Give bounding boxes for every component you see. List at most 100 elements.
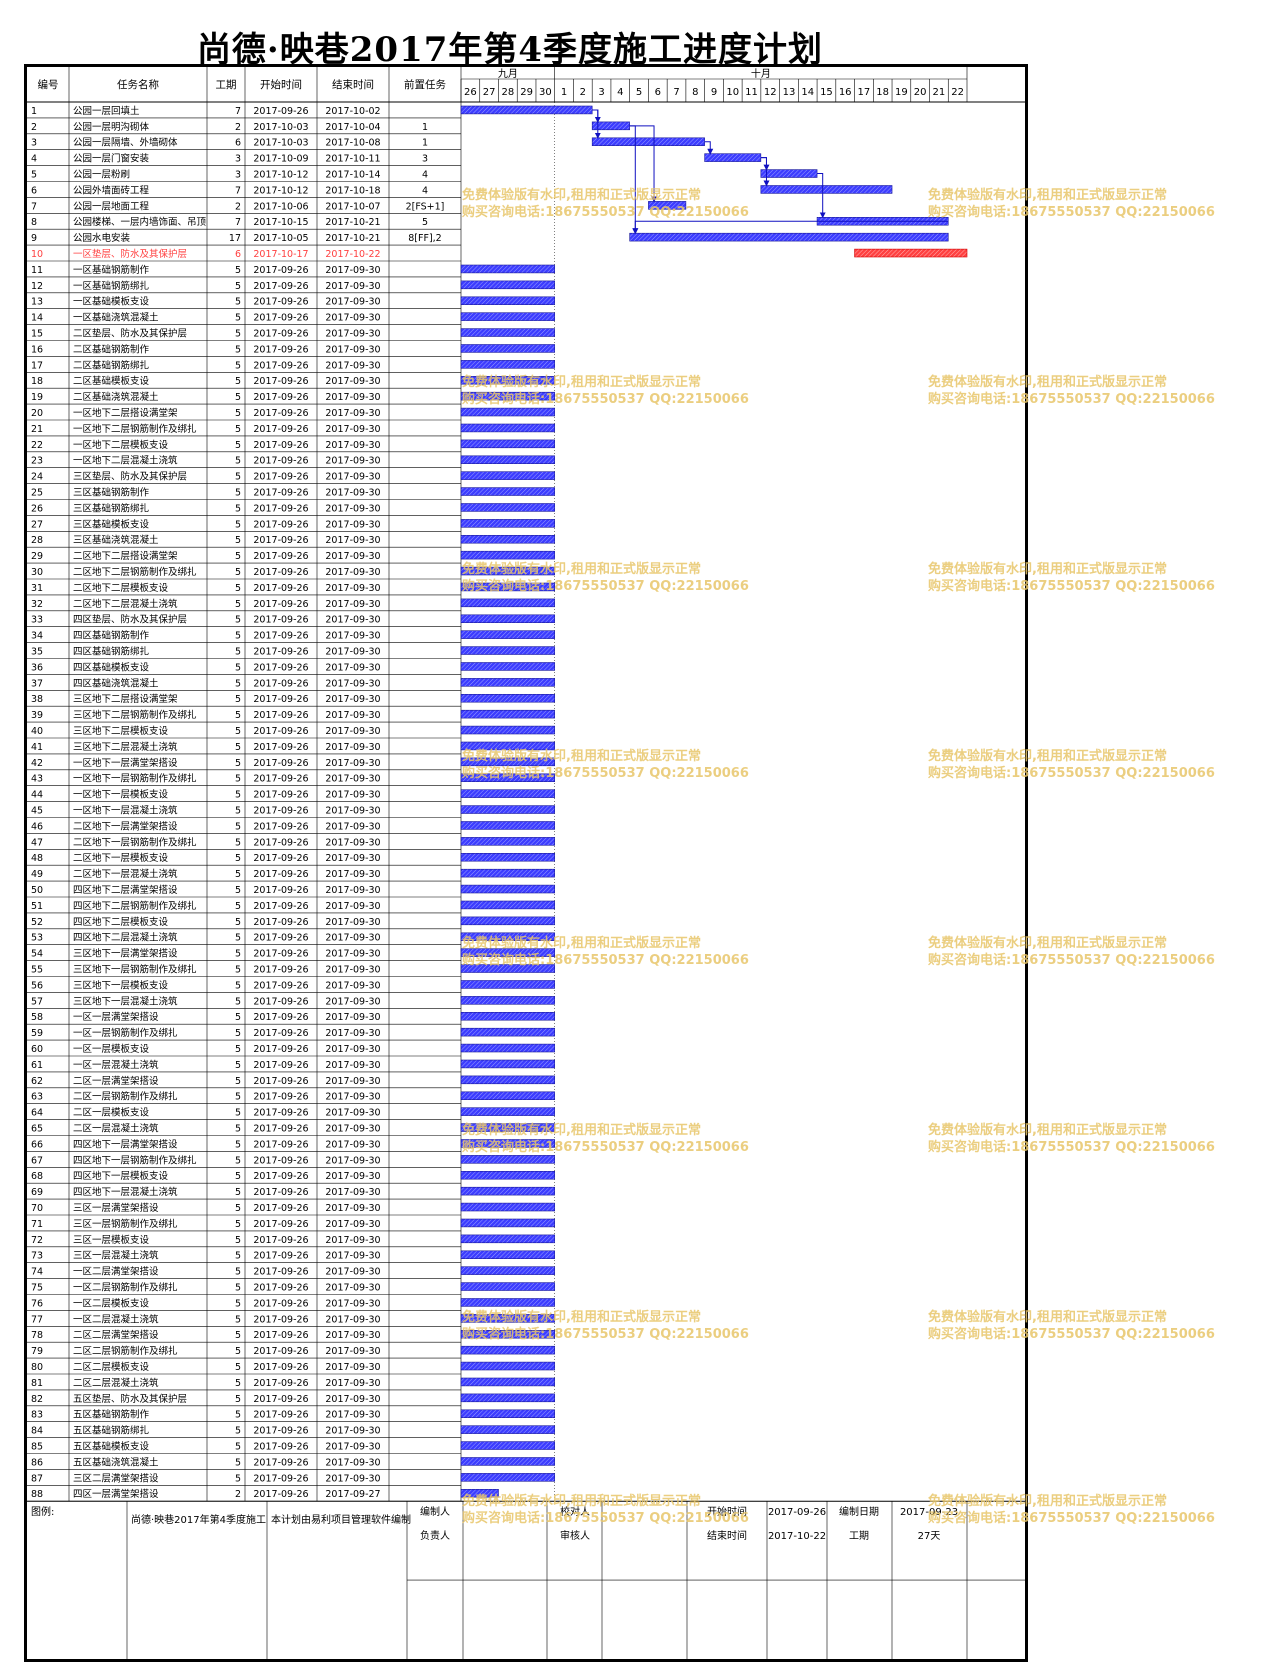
task-start: 2017-09-26 (253, 1362, 308, 1373)
task-duration: 5 (235, 583, 241, 594)
project-name: 尚德·映巷2017年第4季度施工 (131, 1513, 266, 1526)
task-start: 2017-09-26 (253, 1457, 308, 1468)
day-label: 13 (783, 87, 796, 98)
task-id: 43 (31, 774, 43, 785)
gantt-bar (460, 709, 556, 719)
watermark-line1: 免费体验版有水印,租用和正式版显示正常 (462, 1310, 701, 1325)
task-duration: 2 (235, 1489, 241, 1500)
task-start: 2017-09-26 (253, 1283, 308, 1294)
watermark-line1: 免费体验版有水印,租用和正式版显示正常 (928, 1494, 1167, 1509)
task-duration: 5 (235, 281, 241, 292)
task-name: 二区一层模板支设 (73, 1107, 150, 1119)
task-name: 三区地下一层满堂架搭设 (73, 948, 178, 960)
task-id: 1 (31, 106, 37, 117)
day-label: 28 (501, 87, 514, 98)
task-duration: 5 (235, 519, 241, 530)
day-label: 26 (464, 87, 477, 98)
task-name: 一区地下二层模板支设 (73, 439, 169, 451)
task-start: 2017-09-26 (253, 694, 308, 705)
watermark-line1: 免费体验版有水印,租用和正式版显示正常 (928, 936, 1167, 951)
task-predecessor: 1 (422, 122, 428, 133)
task-id: 54 (31, 949, 43, 960)
task-id: 32 (31, 599, 43, 610)
duration-label: 工期 (849, 1530, 869, 1542)
task-id: 42 (31, 758, 43, 769)
task-id: 66 (31, 1139, 43, 1150)
task-end: 2017-09-30 (325, 1219, 380, 1230)
watermark-text: 免费体验版有水印,租用和正式版显示正常 购买咨询电话:18675550537 QQ… (462, 1309, 749, 1343)
day-label: 27 (483, 87, 496, 98)
task-name: 一区一层满堂架搭设 (73, 1011, 159, 1023)
day-label: 18 (876, 87, 889, 98)
dependency-link (760, 157, 770, 171)
task-end: 2017-09-30 (325, 360, 380, 371)
task-duration: 5 (235, 1219, 241, 1230)
day-label: 29 (520, 87, 533, 98)
gantt-bar (460, 1457, 556, 1466)
task-name: 三区基础钢筋绑扎 (73, 502, 150, 514)
task-start: 2017-09-26 (253, 456, 308, 467)
task-id: 39 (31, 710, 43, 721)
task-start: 2017-09-26 (253, 1330, 308, 1341)
task-id: 7 (31, 201, 37, 212)
gantt-bar (460, 852, 556, 862)
task-end: 2017-09-30 (325, 281, 380, 292)
task-id: 16 (31, 344, 43, 355)
task-end: 2017-09-30 (325, 297, 380, 308)
task-name: 五区垫层、防水及其保护层 (73, 1393, 187, 1405)
task-start: 2017-09-26 (253, 1044, 308, 1055)
task-start: 2017-09-26 (253, 503, 308, 514)
task-end: 2017-09-30 (325, 1203, 380, 1214)
watermark-line1: 免费体验版有水印,租用和正式版显示正常 (462, 1123, 701, 1138)
task-id: 34 (31, 631, 43, 642)
task-duration: 5 (235, 1028, 241, 1039)
task-duration: 5 (235, 901, 241, 912)
task-end: 2017-09-30 (325, 996, 380, 1007)
gantt-bar (460, 1282, 556, 1291)
watermark-line1: 免费体验版有水印,租用和正式版显示正常 (462, 375, 701, 390)
task-duration: 5 (235, 996, 241, 1007)
task-end: 2017-09-30 (325, 869, 380, 880)
task-id: 3 (31, 138, 37, 149)
task-name: 三区地下二层模板支设 (73, 725, 169, 737)
gantt-bar (460, 1425, 556, 1434)
task-duration: 5 (235, 1203, 241, 1214)
gantt-bar (460, 1155, 556, 1164)
task-name: 一区一层模板支设 (73, 1043, 150, 1055)
task-id: 41 (31, 742, 43, 753)
gantt-bar (460, 1202, 556, 1212)
task-id: 8 (31, 217, 37, 228)
task-id: 64 (31, 1108, 43, 1119)
gantt-bar (460, 1011, 556, 1021)
task-name: 一区一层钢筋制作及绑扎 (73, 1027, 178, 1039)
task-duration: 7 (235, 217, 241, 228)
task-name: 二区二层混凝土浇筑 (73, 1377, 159, 1389)
task-start: 2017-09-26 (253, 1442, 308, 1453)
task-name: 一区二层混凝土浇筑 (73, 1313, 159, 1325)
task-end: 2017-09-30 (325, 965, 380, 976)
task-end: 2017-09-30 (325, 1394, 380, 1405)
task-start: 2017-10-15 (253, 217, 308, 228)
task-duration: 5 (235, 1378, 241, 1389)
gantt-bar (460, 519, 556, 528)
task-end: 2017-10-08 (325, 138, 380, 149)
task-name: 四区一层满堂架搭设 (73, 1488, 159, 1500)
gantt-bar (460, 805, 556, 814)
task-end: 2017-09-30 (325, 774, 380, 785)
task-name: 四区基础浇筑混凝土 (73, 677, 159, 689)
task-duration: 5 (235, 567, 241, 578)
task-duration: 5 (235, 424, 241, 435)
task-start: 2017-10-17 (253, 249, 308, 260)
task-start: 2017-09-26 (253, 1410, 308, 1421)
task-duration: 5 (235, 1394, 241, 1405)
task-start: 2017-09-26 (253, 1155, 308, 1166)
task-id: 73 (31, 1251, 43, 1262)
task-name: 四区地下二层钢筋制作及绑扎 (73, 900, 197, 912)
gantt-bar (460, 455, 556, 464)
task-start: 2017-09-26 (253, 853, 308, 864)
task-end: 2017-09-30 (325, 535, 380, 546)
gantt-bar (760, 169, 818, 178)
task-duration: 6 (235, 138, 241, 149)
task-duration: 5 (235, 647, 241, 658)
task-end: 2017-09-30 (325, 853, 380, 864)
